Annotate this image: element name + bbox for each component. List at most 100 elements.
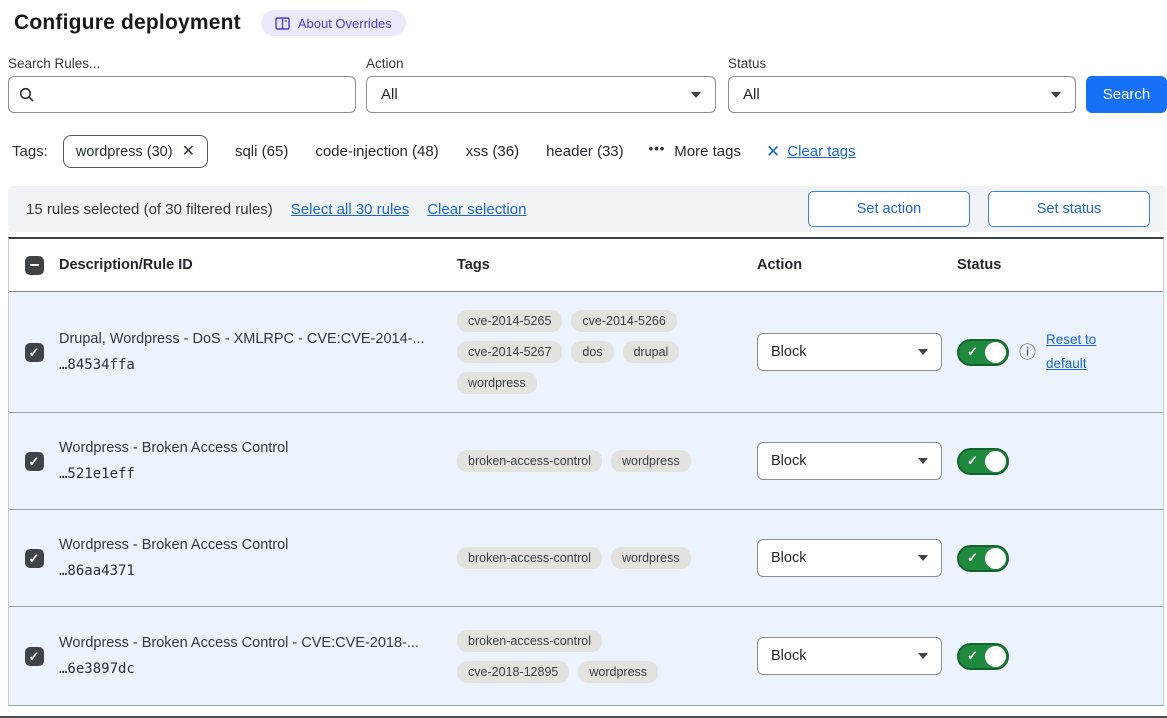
set-status-button[interactable]: Set status (988, 191, 1150, 227)
about-overrides-button[interactable]: About Overrides (261, 10, 406, 36)
set-action-button[interactable]: Set action (808, 191, 970, 227)
status-select-value: All (743, 86, 760, 103)
remove-tag-icon[interactable]: ✕ (182, 144, 195, 160)
row-checkbox[interactable]: ✓ (25, 549, 44, 568)
table-row: ✓ Wordpress - Broken Access Control …521… (9, 412, 1163, 509)
row-checkbox[interactable]: ✓ (25, 647, 44, 666)
rule-action-cell: Block (757, 442, 957, 480)
select-all-link[interactable]: Select all 30 rules (291, 201, 409, 218)
info-icon[interactable]: ⓘ (1019, 344, 1036, 361)
search-button[interactable]: Search (1086, 76, 1167, 113)
action-label: Action (366, 56, 716, 71)
clear-tags-label: Clear tags (787, 143, 855, 160)
clear-selection-link[interactable]: Clear selection (427, 201, 526, 218)
clear-tags-link[interactable]: ✕ Clear tags (766, 143, 856, 160)
search-filter: Search Rules... (8, 56, 356, 113)
rule-status-cell: ✓ (957, 545, 1165, 572)
reset-to-default-link[interactable]: Reset to default (1046, 328, 1108, 375)
chevron-down-icon (918, 555, 928, 561)
toggle-knob (985, 451, 1006, 472)
filters-bar: Search Rules... Action All Status All (8, 56, 1167, 113)
status-label: Status (728, 56, 1076, 71)
rule-action-value: Block (771, 648, 806, 664)
tag-pill: cve-2014-5265 (457, 310, 562, 332)
rule-tags-cell: broken-access-control wordpress (457, 446, 709, 476)
table-row: ✓ Drupal, Wordpress - DoS - XMLRPC - CVE… (9, 292, 1163, 412)
tag-pill: wordpress (457, 372, 537, 394)
table-row: ✓ Wordpress - Broken Access Control - CV… (9, 606, 1163, 705)
chevron-down-icon (918, 458, 928, 464)
indeterminate-icon (30, 264, 39, 267)
check-icon: ✓ (967, 550, 978, 566)
rule-action-select[interactable]: Block (757, 442, 942, 480)
selected-tag-label: wordpress (30) (76, 144, 173, 160)
check-icon: ✓ (29, 455, 40, 468)
rule-action-value: Block (771, 550, 806, 566)
toggle-knob (985, 646, 1006, 667)
chevron-down-icon (691, 92, 701, 98)
rule-action-select[interactable]: Block (757, 333, 942, 371)
search-rules-label: Search Rules... (8, 56, 356, 71)
tag-xss[interactable]: xss (36) (460, 143, 525, 160)
rule-description: Wordpress - Broken Access Control (59, 440, 457, 456)
column-description: Description/Rule ID (59, 257, 457, 273)
row-checkbox[interactable]: ✓ (25, 343, 44, 362)
tag-pill: cve-2018-12895 (457, 661, 569, 683)
row-checkbox[interactable]: ✓ (25, 452, 44, 471)
rule-status-cell: ✓ (957, 448, 1165, 475)
row-checkbox-cell: ✓ (9, 452, 59, 471)
rule-action-value: Block (771, 453, 806, 469)
table-header-row: Description/Rule ID Tags Action Status (9, 239, 1163, 292)
rule-id: …86aa4371 (59, 563, 457, 579)
rule-description: Wordpress - Broken Access Control (59, 537, 457, 553)
check-icon: ✓ (967, 648, 978, 664)
status-toggle[interactable]: ✓ (957, 643, 1009, 670)
tag-pill: broken-access-control (457, 547, 602, 569)
tag-pill: wordpress (611, 450, 691, 472)
rule-status-cell: ✓ ⓘ Reset to default (957, 328, 1165, 375)
status-filter: Status All (728, 56, 1076, 113)
rule-description-cell: Drupal, Wordpress - DoS - XMLRPC - CVE:C… (59, 331, 457, 373)
row-checkbox-cell: ✓ (9, 343, 59, 362)
chevron-down-icon (918, 349, 928, 355)
status-toggle[interactable]: ✓ (957, 448, 1009, 475)
rule-id: …521e1eff (59, 466, 457, 482)
tag-pill: wordpress (578, 661, 658, 683)
rule-status-cell: ✓ (957, 643, 1165, 670)
selection-summary: 15 rules selected (of 30 filtered rules) (26, 201, 273, 218)
page-title: Configure deployment (14, 11, 241, 35)
column-status: Status (957, 257, 1165, 273)
status-toggle[interactable]: ✓ (957, 339, 1009, 366)
toggle-knob (985, 342, 1006, 363)
rule-id: …84534ffa (59, 357, 457, 373)
check-icon: ✓ (967, 453, 978, 469)
more-tags-button[interactable]: ••• More tags (645, 143, 745, 160)
action-select-value: All (381, 86, 398, 103)
rule-description: Wordpress - Broken Access Control - CVE:… (59, 635, 457, 651)
tag-code-injection[interactable]: code-injection (48) (309, 143, 444, 160)
selection-bar: 15 rules selected (of 30 filtered rules)… (8, 186, 1166, 232)
action-select[interactable]: All (366, 76, 716, 113)
search-rules-input[interactable] (43, 86, 345, 103)
header-checkbox-cell (9, 256, 59, 275)
selected-tag-wordpress[interactable]: wordpress (30) ✕ (63, 135, 208, 168)
rule-description-cell: Wordpress - Broken Access Control - CVE:… (59, 635, 457, 677)
row-checkbox-cell: ✓ (9, 549, 59, 568)
rule-description: Drupal, Wordpress - DoS - XMLRPC - CVE:C… (59, 331, 457, 347)
select-all-checkbox[interactable] (25, 256, 44, 275)
rule-action-value: Block (771, 344, 806, 360)
search-box (8, 76, 356, 113)
tag-pill: cve-2014-5267 (457, 341, 562, 363)
check-icon: ✓ (29, 650, 40, 663)
tag-sqli[interactable]: sqli (65) (229, 143, 294, 160)
rule-action-select[interactable]: Block (757, 637, 942, 675)
status-select[interactable]: All (728, 76, 1076, 113)
status-toggle[interactable]: ✓ (957, 545, 1009, 572)
configure-deployment-page: Configure deployment About Overrides Sea… (0, 0, 1167, 706)
tag-pill: drupal (623, 341, 680, 363)
tag-header[interactable]: header (33) (540, 143, 630, 160)
more-tags-label: More tags (674, 143, 741, 160)
rule-tags-cell: cve-2014-5265 cve-2014-5266 cve-2014-526… (457, 306, 709, 398)
chevron-down-icon (918, 653, 928, 659)
rule-action-select[interactable]: Block (757, 539, 942, 577)
